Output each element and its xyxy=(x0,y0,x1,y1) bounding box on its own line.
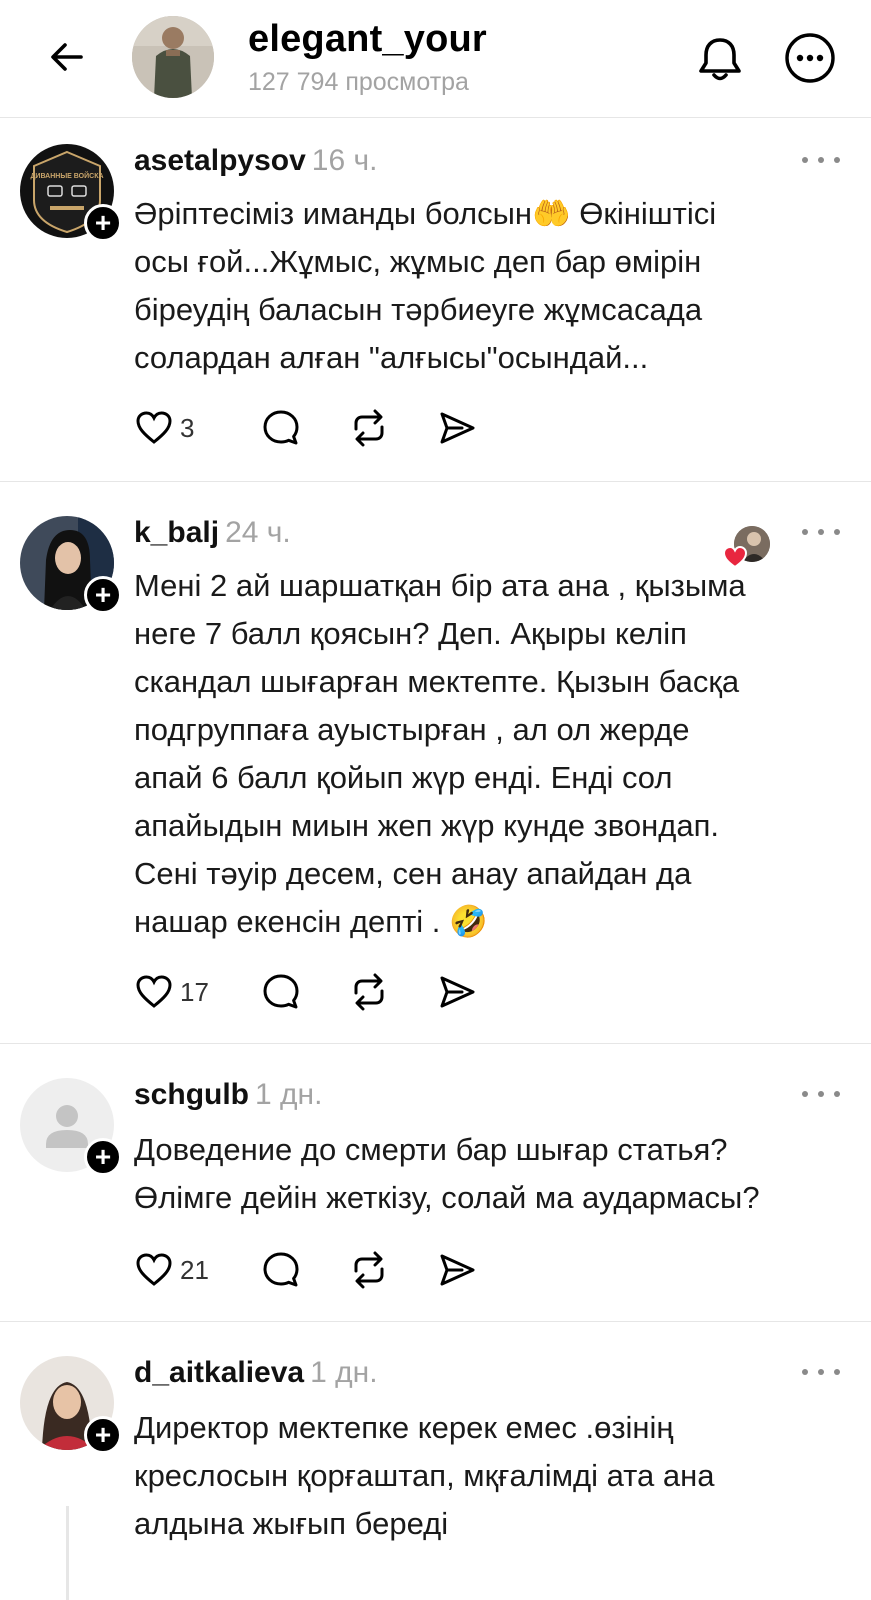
plus-icon: + xyxy=(94,1419,112,1450)
bell-icon xyxy=(699,38,741,81)
profile-username[interactable]: elegant_your xyxy=(248,18,487,61)
post-meta: d_aitkalieva 1 дн. xyxy=(134,1356,378,1390)
heart-icon xyxy=(136,1253,172,1286)
comment-post: + schgulb 1 дн. Доведение до смерти бар ш… xyxy=(0,1044,871,1322)
username[interactable]: d_aitkalieva xyxy=(134,1356,304,1389)
timestamp: 16 ч. xyxy=(311,144,378,177)
post-menu-button[interactable] xyxy=(802,154,840,166)
like-button[interactable]: 3 xyxy=(134,408,214,448)
more-options-button[interactable] xyxy=(782,30,838,86)
like-count: 3 xyxy=(180,412,195,443)
follow-button[interactable]: + xyxy=(84,1416,122,1454)
follow-button[interactable]: + xyxy=(84,576,122,614)
post-menu-button[interactable] xyxy=(802,1366,840,1378)
plus-icon: + xyxy=(94,579,112,610)
heart-badge-icon xyxy=(722,544,748,570)
like-button[interactable]: 17 xyxy=(134,972,214,1012)
action-bar: 3 xyxy=(134,406,478,450)
post-meta: asetalpysov 16 ч. xyxy=(134,144,377,178)
post-meta: schgulb 1 дн. xyxy=(134,1078,322,1112)
repost-icon xyxy=(354,1251,384,1289)
comment-icon xyxy=(263,1252,299,1287)
repost-button[interactable] xyxy=(348,1249,390,1291)
back-button[interactable] xyxy=(40,30,94,84)
share-button[interactable] xyxy=(436,971,478,1013)
heart-icon xyxy=(136,411,172,444)
comment-post: + d_aitkalieva 1 дн. Директор мектепке ке… xyxy=(0,1322,871,1600)
post-menu-button[interactable] xyxy=(802,526,840,538)
like-count: 21 xyxy=(180,1254,209,1285)
top-bar: elegant_your 127 794 просмотра xyxy=(0,0,871,118)
comment-text: Доведение до смерти бар шығар статья? Өл… xyxy=(134,1132,760,1215)
timestamp: 1 дн. xyxy=(310,1356,378,1389)
profile-avatar[interactable] xyxy=(132,16,214,98)
timestamp: 24 ч. xyxy=(225,516,291,549)
heart-icon xyxy=(136,975,172,1008)
reply-button[interactable] xyxy=(260,1249,302,1291)
share-button[interactable] xyxy=(436,1249,478,1291)
comment-icon xyxy=(263,410,299,445)
plus-icon: + xyxy=(94,1141,112,1172)
reply-button[interactable] xyxy=(260,971,302,1013)
action-bar: 17 xyxy=(134,970,478,1014)
like-count: 17 xyxy=(180,976,209,1007)
arrow-left-icon xyxy=(51,43,83,71)
timestamp: 1 дн. xyxy=(255,1078,323,1111)
comment-post: ДИВАННЫЕ ВОЙСКА + asetalpysov 16 ч. Әріпт… xyxy=(0,118,871,482)
action-bar: 21 xyxy=(134,1248,478,1292)
comment-text: Әріптесіміз иманды болсын🤲 Өкініштісі ос… xyxy=(134,196,717,375)
repost-icon xyxy=(354,973,384,1011)
follow-button[interactable]: + xyxy=(84,204,122,242)
post-meta: k_balj 24 ч. xyxy=(134,516,291,550)
plus-icon: + xyxy=(94,207,112,238)
post-menu-button[interactable] xyxy=(802,1088,840,1100)
send-icon xyxy=(440,1254,475,1286)
send-icon xyxy=(440,976,475,1008)
repost-icon xyxy=(354,409,384,447)
comment-text: Директор мектепке керек емес .өзінің кре… xyxy=(134,1410,715,1541)
repost-button[interactable] xyxy=(348,971,390,1013)
comment-text: Мені 2 ай шаршатқан бір ата ана , қызыма… xyxy=(134,568,746,939)
send-icon xyxy=(440,412,475,444)
follow-button[interactable]: + xyxy=(84,1138,122,1176)
username[interactable]: schgulb xyxy=(134,1078,249,1111)
thread-line xyxy=(66,1506,69,1600)
avatar-logo-text: ДИВАННЫЕ ВОЙСКА xyxy=(30,171,103,180)
comment-icon xyxy=(263,974,299,1009)
views-count: 127 794 просмотра xyxy=(248,68,469,96)
repost-button[interactable] xyxy=(348,407,390,449)
reply-button[interactable] xyxy=(260,407,302,449)
username[interactable]: k_balj xyxy=(134,516,219,549)
like-button[interactable]: 21 xyxy=(134,1250,214,1290)
notifications-button[interactable] xyxy=(692,30,748,86)
share-button[interactable] xyxy=(436,407,478,449)
username[interactable]: asetalpysov xyxy=(134,144,306,177)
more-horizontal-icon xyxy=(785,33,835,83)
